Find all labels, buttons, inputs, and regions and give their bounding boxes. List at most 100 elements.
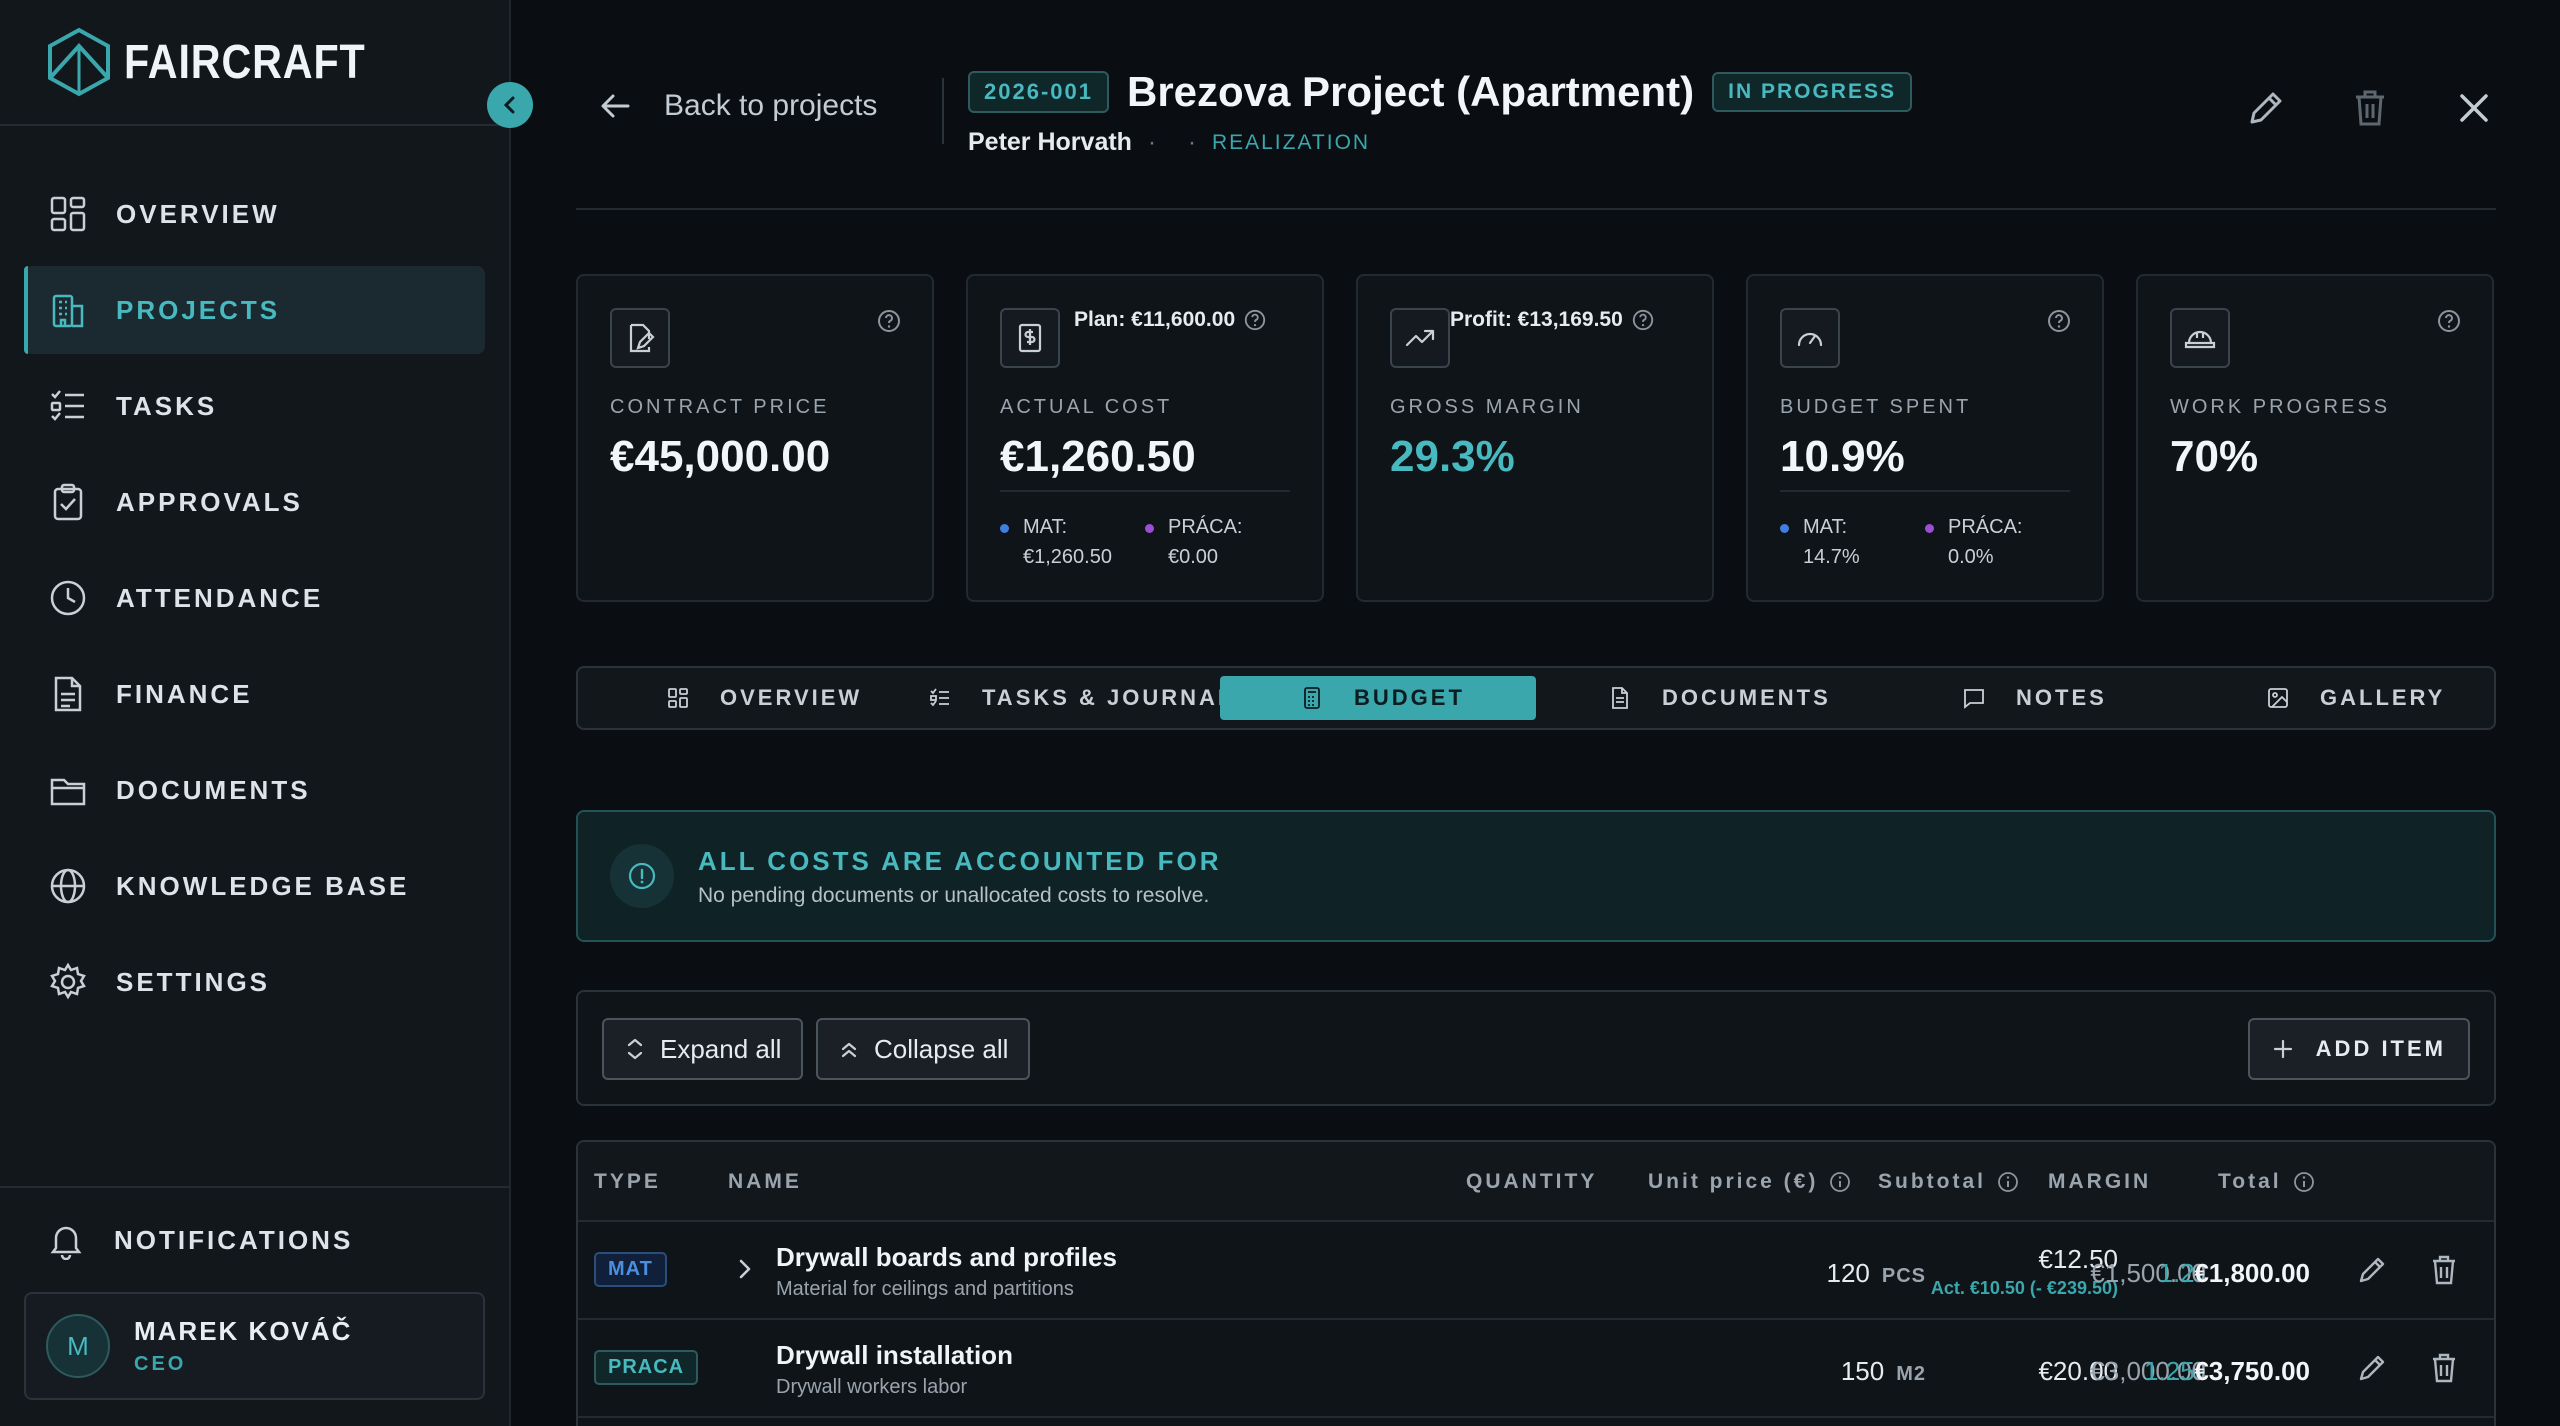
expand-all-button[interactable]: Expand all bbox=[602, 1018, 804, 1080]
project-tabs: OVERVIEW TASKS & JOURNAL BUDGET DOCUMENT… bbox=[576, 666, 2496, 730]
costs-status-banner: ALL COSTS ARE ACCOUNTED FOR No pending d… bbox=[576, 810, 2496, 942]
kpi-card-contract-price: CONTRACT PRICE €45,000.00 bbox=[576, 274, 934, 602]
mat-dot bbox=[1000, 524, 1009, 533]
add-item-label: ADD ITEM bbox=[2315, 1036, 2446, 1061]
collapse-sidebar-button[interactable] bbox=[487, 82, 533, 128]
notifications-button[interactable]: NOTIFICATIONS bbox=[0, 1188, 509, 1292]
kpi-card-budget-spent: BUDGET SPENT 10.9% MAT: 14.7% PRÁCA: 0.0% bbox=[1746, 274, 2104, 602]
sidebar-item-label: DOCUMENTS bbox=[116, 774, 311, 805]
expand-icon bbox=[627, 1038, 643, 1060]
clock-icon bbox=[50, 580, 86, 616]
sidebar-item-projects[interactable]: PROJECTS bbox=[24, 266, 485, 354]
breakdown-label: MAT: bbox=[1023, 516, 1068, 538]
info-icon bbox=[610, 844, 674, 908]
back-to-projects-link[interactable]: Back to projects bbox=[598, 88, 877, 124]
close-icon[interactable] bbox=[2452, 86, 2496, 130]
delete-project-button[interactable] bbox=[2348, 86, 2392, 130]
item-description: Material for ceilings and partitions bbox=[776, 1278, 1074, 1300]
plus-icon bbox=[2273, 1039, 2292, 1059]
document-icon bbox=[54, 676, 82, 712]
clipboard-check-icon bbox=[53, 483, 83, 521]
avatar: M bbox=[46, 1314, 110, 1378]
sidebar-item-finance[interactable]: FINANCE bbox=[24, 650, 485, 738]
breakdown-label: PRÁCA: bbox=[1168, 516, 1243, 538]
edit-row-button[interactable] bbox=[2354, 1350, 2390, 1386]
sidebar-item-knowledge-base[interactable]: KNOWLEDGE BASE bbox=[24, 842, 485, 930]
tab-budget[interactable]: BUDGET bbox=[1220, 676, 1536, 720]
tab-notes[interactable]: NOTES bbox=[1944, 676, 2125, 720]
profit-value: Profit: €13,169.50 bbox=[1450, 308, 1623, 331]
kpi-cards: CONTRACT PRICE €45,000.00 Plan: €11,600.… bbox=[576, 274, 2494, 602]
grid-icon bbox=[668, 688, 688, 708]
title-row: 2026-001 Brezova Project (Apartment) IN … bbox=[968, 68, 1912, 116]
sidebar-item-settings[interactable]: SETTINGS bbox=[24, 938, 485, 1026]
help-icon[interactable] bbox=[876, 308, 902, 334]
column-header-total-label: Total bbox=[2218, 1170, 2282, 1193]
sidebar-item-label: SETTINGS bbox=[116, 966, 271, 997]
breakdown-value: €1,260.50 bbox=[1023, 546, 1112, 568]
info-icon[interactable] bbox=[1828, 1170, 1852, 1194]
help-icon[interactable] bbox=[1243, 308, 1267, 332]
info-icon[interactable] bbox=[2292, 1170, 2316, 1194]
tab-tasks-journal[interactable]: TASKS & JOURNAL bbox=[910, 676, 1252, 720]
delete-row-button[interactable] bbox=[2426, 1252, 2462, 1288]
table-row[interactable]: MAT Drywall boards and profiles Material… bbox=[578, 1222, 2494, 1320]
globe-icon bbox=[50, 868, 86, 904]
kpi-label: GROSS MARGIN bbox=[1390, 396, 1584, 418]
kpi-label: BUDGET SPENT bbox=[1780, 396, 1972, 418]
kpi-value: 29.3% bbox=[1390, 432, 1515, 481]
breakdown-mat: MAT: €1,260.50 bbox=[1000, 512, 1145, 572]
kpi-label: WORK PROGRESS bbox=[2170, 396, 2391, 418]
tab-gallery[interactable]: GALLERY bbox=[2248, 676, 2463, 720]
sidebar-item-overview[interactable]: OVERVIEW bbox=[24, 170, 485, 258]
breakdown-label: MAT: bbox=[1803, 516, 1848, 538]
chevron-right-icon[interactable] bbox=[730, 1254, 760, 1284]
user-profile-card[interactable]: M MAREK KOVÁČ CEO bbox=[24, 1292, 485, 1400]
total: €3,750.00 bbox=[2194, 1356, 2310, 1386]
sidebar-item-attendance[interactable]: ATTENDANCE bbox=[24, 554, 485, 642]
column-header-unit-price-label: Unit price (€) bbox=[1648, 1170, 1819, 1193]
calculator-icon bbox=[1304, 687, 1320, 709]
sidebar-item-approvals[interactable]: APPROVALS bbox=[24, 458, 485, 546]
kpi-label: ACTUAL COST bbox=[1000, 396, 1173, 418]
collapse-all-label: Collapse all bbox=[874, 1033, 1009, 1064]
type-badge: PRACA bbox=[594, 1350, 699, 1385]
sidebar-footer: NOTIFICATIONS M MAREK KOVÁČ CEO bbox=[0, 1186, 509, 1400]
help-icon[interactable] bbox=[2436, 308, 2462, 334]
edit-row-button[interactable] bbox=[2354, 1252, 2390, 1288]
table-row[interactable]: PRACA Drywall installation Drywall worke… bbox=[578, 1320, 2494, 1418]
column-header-unit-price: Unit price (€) bbox=[1648, 1170, 1852, 1194]
trend-up-icon bbox=[1390, 308, 1450, 368]
budget-breakdown: MAT: 14.7% PRÁCA: 0.0% bbox=[1780, 490, 2070, 572]
info-icon[interactable] bbox=[1996, 1170, 2020, 1194]
contract-edit-icon bbox=[610, 308, 670, 368]
tab-documents[interactable]: DOCUMENTS bbox=[1590, 676, 1849, 720]
help-icon[interactable] bbox=[2046, 308, 2072, 334]
breakdown-mat: MAT: 14.7% bbox=[1780, 512, 1925, 572]
delete-row-button[interactable] bbox=[2426, 1350, 2462, 1386]
sidebar-nav: OVERVIEW PROJECTS TASKS APPROVALS ATTEND… bbox=[0, 170, 509, 1034]
user-name: MAREK KOVÁČ bbox=[134, 1316, 353, 1346]
sidebar-item-documents[interactable]: DOCUMENTS bbox=[24, 746, 485, 834]
notifications-label: NOTIFICATIONS bbox=[114, 1224, 354, 1255]
cost-breakdown: MAT: €1,260.50 PRÁCA: €0.00 bbox=[1000, 490, 1290, 572]
dollar-doc-icon bbox=[1000, 308, 1060, 368]
sidebar-item-tasks[interactable]: TASKS bbox=[24, 362, 485, 450]
edit-project-button[interactable] bbox=[2244, 86, 2288, 130]
kpi-value: €1,260.50 bbox=[1000, 432, 1196, 481]
column-header-total: Total bbox=[2218, 1170, 2316, 1194]
sidebar-item-label: FINANCE bbox=[116, 678, 253, 709]
column-header-type: TYPE bbox=[594, 1170, 661, 1193]
client-name: Peter Horvath bbox=[968, 128, 1132, 156]
tab-label: OVERVIEW bbox=[720, 685, 863, 710]
column-header-subtotal: Subtotal bbox=[1878, 1170, 2020, 1194]
help-icon[interactable] bbox=[1631, 308, 1655, 332]
hard-hat-icon bbox=[2170, 308, 2230, 368]
logo[interactable]: FAIRCRAFT bbox=[0, 0, 509, 126]
budget-table: TYPE NAME QUANTITY Unit price (€) Subtot… bbox=[576, 1140, 2496, 1426]
add-item-button[interactable]: ADD ITEM bbox=[2247, 1018, 2470, 1080]
table-header: TYPE NAME QUANTITY Unit price (€) Subtot… bbox=[578, 1142, 2494, 1222]
bell-icon bbox=[50, 1226, 82, 1260]
collapse-all-button[interactable]: Collapse all bbox=[816, 1018, 1031, 1080]
tab-overview[interactable]: OVERVIEW bbox=[648, 676, 880, 720]
